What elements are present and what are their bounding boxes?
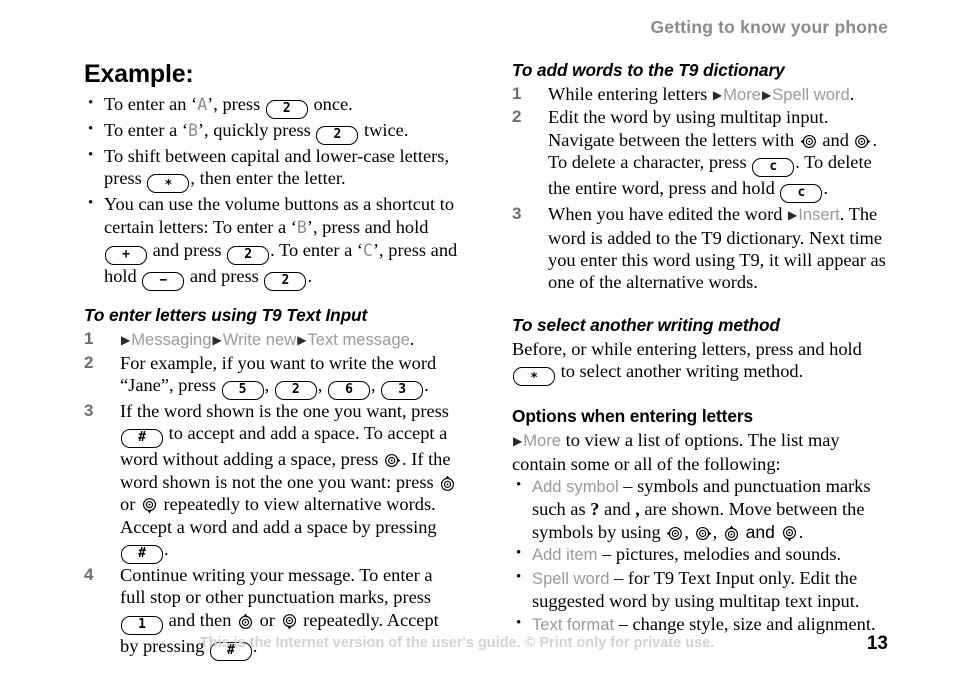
menu-arrow-icon: ▶ — [788, 207, 798, 222]
example-bullet-list: To enter an ‘A’, press 2 once.To enter a… — [84, 92, 460, 292]
step-number: 4 — [84, 565, 94, 585]
keypad-key-6: 6 — [328, 381, 370, 401]
list-item-add-item: Add item – pictures, melodies and sounds… — [512, 542, 888, 566]
menu-path-item: Text message — [307, 330, 410, 350]
step-number: 1 — [84, 329, 94, 349]
writing-method-paragraph: Before, or while entering letters, press… — [512, 338, 888, 387]
menu-arrow-icon: ▶ — [712, 87, 723, 102]
menu-path-item: Insert — [798, 205, 840, 225]
list-item-add-symbol: Add symbol – symbols and punctuation mar… — [512, 474, 888, 543]
keypad-key-: − — [142, 272, 185, 292]
step-number: 3 — [512, 204, 522, 224]
display-letter: A — [197, 95, 208, 114]
menu-path-item: More — [523, 431, 562, 451]
menu-arrow-icon: ▶ — [297, 332, 307, 347]
menu-path-item: Write new — [222, 330, 297, 350]
navigation-right-icon — [854, 133, 871, 150]
list-item-shift-case: To shift between capital and lower-case … — [84, 144, 460, 194]
step-item: 2 For example, if you want to write the w… — [84, 352, 460, 401]
options-bullet-list: Add symbol – symbols and punctuation mar… — [512, 474, 888, 636]
keypad-key-1: 1 — [121, 615, 163, 635]
keypad-key-2: 2 — [274, 381, 317, 401]
step-number: 2 — [512, 107, 522, 127]
step-number: 1 — [512, 84, 522, 103]
add-words-heading: To add words to the T9 dictionary — [512, 60, 785, 80]
navigation-left-icon — [800, 133, 817, 150]
keypad-key-2: 2 — [264, 272, 307, 292]
options-intro-paragraph: ▶More to view a list of options. The lis… — [512, 430, 840, 474]
step-number: 2 — [84, 352, 94, 372]
add-words-step-list: 1 While entering letters ▶More▶Spell word… — [512, 83, 888, 294]
menu-path-item: More — [723, 85, 761, 104]
page-number: 13 — [866, 633, 888, 654]
keypad-key-2: 2 — [265, 100, 308, 119]
right-column: To add words to the T9 dictionary 1 While… — [512, 60, 888, 636]
keypad-key-2: 2 — [227, 246, 270, 266]
menu-path-item: Text format — [532, 614, 615, 634]
menu-arrow-icon: ▶ — [212, 332, 222, 347]
keypad-key-: # — [121, 429, 163, 449]
keypad-key-: + — [105, 246, 147, 266]
page-footer: This is the Internet version of the user… — [0, 633, 954, 661]
navigation-down-icon — [281, 613, 298, 630]
display-letter: B — [187, 121, 198, 140]
keypad-key-: ∗ — [513, 367, 555, 387]
menu-path-item: Messaging — [131, 330, 212, 350]
navigation-down-icon — [781, 525, 798, 542]
list-item-volume-shortcut: You can use the volume buttons as a shor… — [84, 192, 460, 292]
left-column: Example: To enter an ‘A’, press 2 once.T… — [84, 60, 460, 661]
example-heading: Example: — [84, 60, 194, 88]
keypad-key-2: 2 — [316, 126, 359, 145]
keypad-key-3: 3 — [381, 381, 424, 401]
step-item: 1 ▶Messaging▶Write new▶Text message. — [84, 329, 415, 350]
menu-path-item: Spell word — [532, 568, 610, 588]
keypad-key-c: c — [752, 158, 795, 178]
step-item: 2 Edit the word by using multitap input. … — [512, 106, 888, 204]
navigation-right-icon — [384, 452, 401, 469]
menu-arrow-icon: ▶ — [761, 87, 772, 102]
step-item: 3 If the word shown is the one you want, … — [84, 400, 460, 565]
menu-arrow-icon: ▶ — [121, 332, 131, 347]
step-number: 3 — [84, 401, 94, 421]
menu-arrow-icon: ▶ — [513, 433, 523, 448]
writing-method-heading: To select another writing method — [512, 314, 780, 335]
keypad-key-: # — [121, 545, 163, 565]
step-item: 1 While entering letters ▶More▶Spell word… — [512, 84, 855, 104]
navigation-right-icon — [695, 525, 712, 542]
navigation-left-icon — [666, 525, 683, 542]
display-letter: B — [296, 217, 307, 237]
navigation-down-icon — [141, 497, 158, 514]
keypad-key-c: c — [780, 184, 823, 204]
symbol-glyph: , — [635, 499, 640, 520]
display-letter: C — [363, 241, 373, 261]
conjunction-text: and — [740, 521, 780, 542]
t9-input-heading: To enter letters using T9 Text Input — [84, 305, 368, 326]
symbol-glyph: ? — [590, 499, 600, 520]
options-heading: Options when entering letters — [512, 406, 753, 427]
list-item-enter-a: To enter an ‘A’, press 2 once. — [84, 92, 460, 119]
menu-path-item: Add item — [532, 545, 598, 565]
navigation-up-icon — [439, 475, 456, 492]
page-header-title: Getting to know your phone — [650, 17, 888, 37]
menu-path-item: Spell word — [772, 85, 850, 104]
keypad-key-: ∗ — [147, 174, 190, 194]
footer-copyright-note: This is the Internet version of the user… — [199, 635, 715, 651]
list-item-enter-b: To enter a ‘B’, quickly press 2 twice. — [84, 118, 460, 145]
list-item-spell-word: Spell word – for T9 Text Input only. Edi… — [512, 566, 888, 613]
navigation-up-icon — [723, 525, 740, 542]
step-item: 3 When you have edited the word ▶Insert. … — [512, 204, 886, 293]
keypad-key-5: 5 — [221, 381, 264, 401]
t9-input-step-list: 1 ▶Messaging▶Write new▶Text message. 2 For … — [84, 328, 460, 661]
menu-path-item: Add symbol — [532, 477, 619, 497]
navigation-up-icon — [237, 613, 254, 630]
list-item-text-format: Text format – change style, size and ali… — [512, 611, 888, 636]
